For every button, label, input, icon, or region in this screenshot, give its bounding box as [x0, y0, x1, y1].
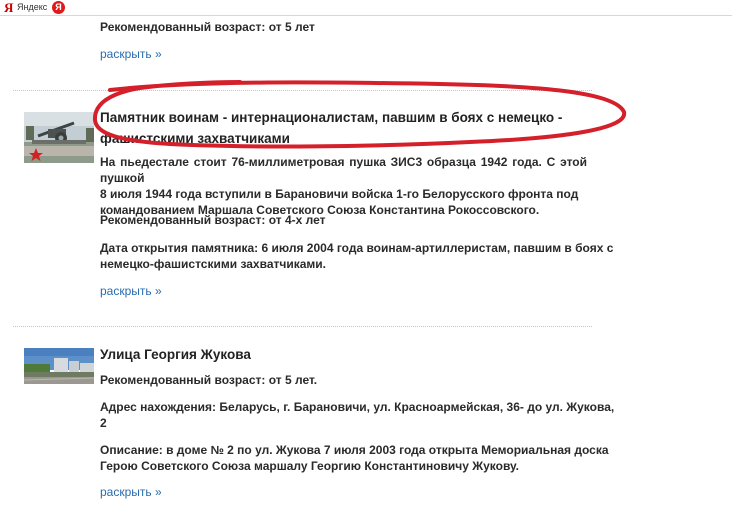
item-2-desc-line2: Герою Советского Союза маршалу Георгию К…: [100, 459, 519, 473]
item-2-expand-link[interactable]: раскрыть »: [100, 484, 162, 500]
item-2-address-line1: Адрес нахождения: Беларусь, г. Баранович…: [100, 400, 615, 414]
yandex-logo-icon[interactable]: Я: [4, 1, 13, 14]
item-2-age: Рекомендованный возраст: от 5 лет.: [100, 373, 318, 387]
item-2-address: Адрес нахождения: Беларусь, г. Баранович…: [100, 399, 614, 431]
item-2-title[interactable]: Улица Георгия Жукова: [100, 344, 251, 365]
item-1-desc-line2: 8 июля 1944 года вступили в Барановичи в…: [100, 187, 579, 201]
yandex-circle-icon[interactable]: Я: [52, 1, 65, 14]
item-2-description: Описание: в доме № 2 по ул. Жукова 7 июл…: [100, 442, 609, 474]
item-1-opening-date: Дата открытия памятника: 6 июля 2004 год…: [100, 240, 613, 272]
item-separator: [13, 90, 592, 91]
street-photo-icon: [24, 348, 94, 384]
item-1-opening-line2: немецко-фашистскими захватчиками.: [100, 257, 326, 271]
item-1-title-line1[interactable]: Памятник воинам - интернационалистам, па…: [100, 107, 562, 128]
bookmarks-divider: [0, 15, 732, 16]
item-1-opening-line1: Дата открытия памятника: 6 июля 2004 год…: [100, 241, 614, 255]
item-1-expand-link[interactable]: раскрыть »: [100, 283, 162, 299]
item-1-description: На пьедестале стоит 76-миллиметровая пуш…: [100, 154, 587, 218]
item-1-age: Рекомендованный возраст: от 4-х лет: [100, 213, 326, 227]
bookmarks-bar: Я Яндекс Я: [0, 0, 732, 15]
item-1-thumbnail[interactable]: [24, 112, 94, 163]
bookmark-yandex[interactable]: Яндекс: [17, 2, 47, 13]
item-0-expand-link[interactable]: раскрыть »: [100, 46, 162, 62]
item-0-age: Рекомендованный возраст: от 5 лет: [100, 20, 315, 34]
item-2-desc-line1: Описание: в доме № 2 по ул. Жукова 7 июл…: [100, 443, 609, 457]
item-2-thumbnail[interactable]: [24, 348, 94, 384]
item-1-title-line2[interactable]: фашистскими захватчиками: [100, 128, 562, 149]
monument-photo-icon: [24, 112, 94, 163]
item-1-title[interactable]: Памятник воинам - интернационалистам, па…: [100, 107, 562, 149]
item-2-address-line2: 2: [100, 416, 107, 430]
item-1-desc-line1: На пьедестале стоит 76-миллиметровая пуш…: [100, 155, 587, 185]
item-separator: [13, 326, 592, 327]
